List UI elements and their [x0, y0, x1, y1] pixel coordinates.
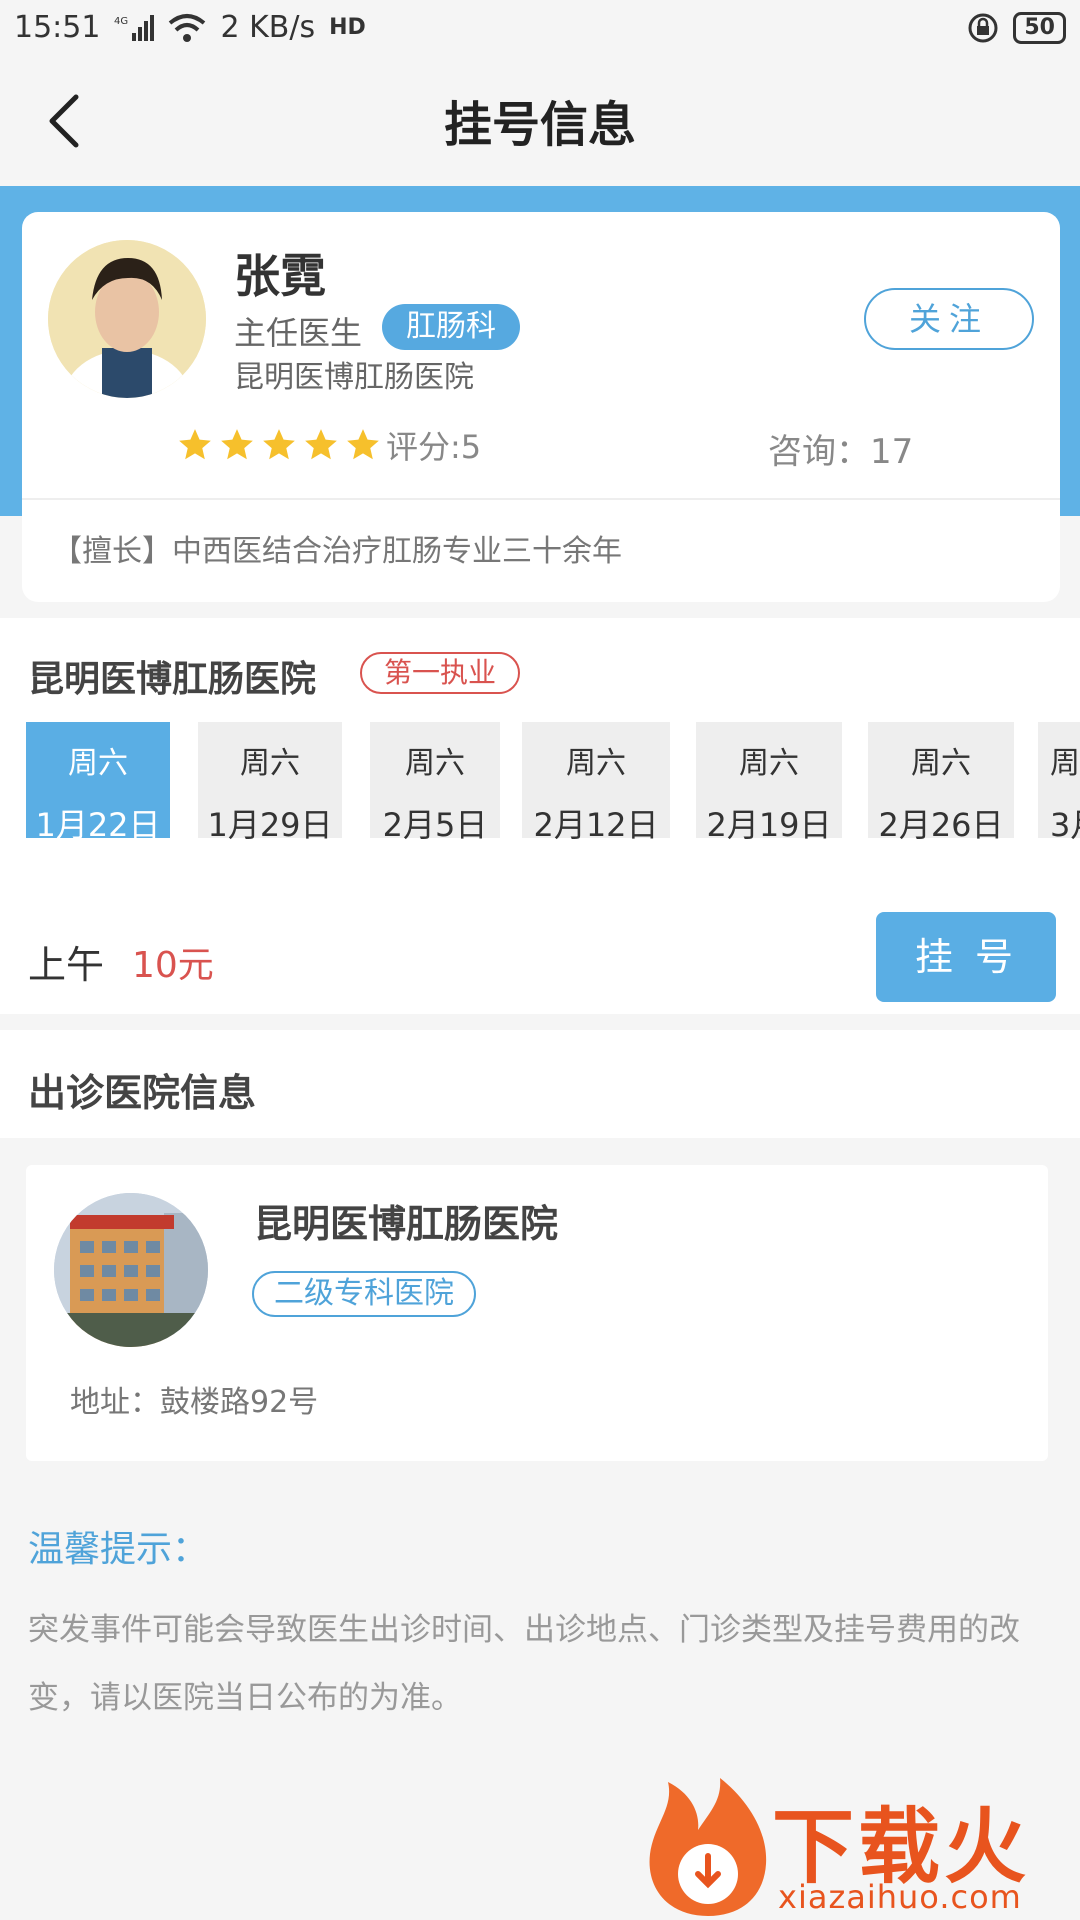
- practice-badge: 第一执业: [360, 652, 521, 694]
- hospital-info-title: 出诊医院信息: [28, 1071, 257, 1115]
- signal-icon: 4G: [114, 14, 155, 41]
- date-item[interactable]: 周六 2月12日: [522, 722, 670, 840]
- date-weekday: 周六: [68, 746, 128, 781]
- status-left: 15:51 4G 2 KB/s HD: [14, 10, 366, 45]
- doctor-name: 张霓: [234, 249, 326, 303]
- rating-row: 评分:5: [176, 422, 481, 468]
- hospital-image: [54, 1193, 208, 1347]
- divider: [22, 498, 1060, 500]
- date-weekday: 周六: [911, 746, 971, 781]
- svg-text:4G: 4G: [114, 16, 128, 27]
- network-speed: 2 KB/s: [220, 10, 316, 45]
- date-item[interactable]: 周六 1月22日: [26, 722, 170, 840]
- register-button[interactable]: 挂号: [876, 912, 1056, 1002]
- tips-body: 突发事件可能会导致医生出诊时间、出诊地点、门诊类型及挂号费用的改变，请以医院当日…: [28, 1612, 1020, 1716]
- date-weekday: 周六: [1050, 746, 1080, 781]
- star-icon: [305, 429, 337, 460]
- chevron-left-icon[interactable]: [40, 91, 90, 151]
- doctor-hospital: 昆明医博肛肠医院: [234, 360, 474, 395]
- score-text: 评分:5: [386, 428, 482, 466]
- status-time: 15:51: [14, 10, 101, 45]
- hd-icon: HD: [329, 15, 366, 40]
- hospital-card[interactable]: 昆明医博肛肠医院 二级专科医院 地址：鼓楼路92号: [26, 1165, 1048, 1461]
- schedule-section: 昆明医博肛肠医院 第一执业 周六 1月22日 周六 1月29日 周六 2月5日 …: [0, 618, 1080, 1014]
- date-weekday: 周六: [566, 746, 626, 781]
- date-selector[interactable]: 周六 1月22日 周六 1月29日 周六 2月5日 周六 2月12日 周六 2月…: [26, 722, 1080, 840]
- tips-title: 温馨提示：: [28, 1529, 209, 1570]
- date-item[interactable]: 周六 2月19日: [696, 722, 842, 840]
- date-item[interactable]: 周六 2月5日: [370, 722, 500, 840]
- hospital-level-badge: 二级专科医院: [252, 1271, 476, 1317]
- date-item[interactable]: 周六 2月26日: [868, 722, 1014, 840]
- watermark-subtext: xiazaihuo.com: [778, 1878, 1022, 1916]
- date-day: 2月5日: [382, 806, 488, 840]
- date-item[interactable]: 周六 1月29日: [198, 722, 342, 840]
- star-icon: [263, 429, 295, 460]
- star-icon: [221, 429, 253, 460]
- hospital-info-header: 出诊医院信息: [0, 1030, 1080, 1138]
- wifi-icon: [169, 13, 206, 42]
- page-title: 挂号信息: [443, 97, 636, 153]
- date-weekday: 周六: [405, 746, 465, 781]
- doctor-title: 主任医生: [234, 314, 363, 352]
- star-icon: [179, 429, 211, 460]
- date-day: 2月19日: [706, 806, 832, 840]
- doctor-specialty: 【擅长】中西医结合治疗肛肠专业三十余年: [52, 534, 622, 569]
- follow-button[interactable]: 关注: [864, 288, 1034, 350]
- date-day: 1月29日: [207, 806, 333, 840]
- registration-fee: 10元: [132, 945, 214, 986]
- date-day: 2月26日: [878, 806, 1004, 840]
- hospital-address: 地址：鼓楼路92号: [70, 1385, 319, 1420]
- star-icon: [347, 429, 379, 460]
- flame-icon: [649, 1778, 767, 1916]
- hospital-name: 昆明医博肛肠医院: [254, 1202, 559, 1246]
- department-badge: 肛肠科: [382, 304, 520, 350]
- doctor-avatar: [48, 240, 206, 398]
- battery-icon: 50: [1013, 11, 1066, 44]
- date-item[interactable]: 周六 3月: [1038, 722, 1080, 840]
- rotation-lock-icon: [968, 13, 998, 42]
- date-day: 3月: [1050, 806, 1080, 840]
- status-right: 50: [967, 11, 1066, 44]
- date-day: 1月22日: [35, 806, 161, 840]
- watermark-logo: 下载火 xiazaihuo.com: [638, 1778, 1080, 1920]
- period-label: 上午: [28, 943, 105, 987]
- schedule-hospital-name: 昆明医博肛肠医院: [28, 659, 317, 700]
- date-weekday: 周六: [739, 746, 799, 781]
- status-bar: 15:51 4G 2 KB/s HD 50: [0, 0, 1080, 55]
- doctor-card: 张霓 主任医生 肛肠科 昆明医博肛肠医院 关注 评分:5 咨询：17 【擅长】中…: [22, 212, 1060, 602]
- date-day: 2月12日: [533, 806, 659, 840]
- consult-count: 咨询：17: [768, 432, 914, 472]
- date-weekday: 周六: [240, 746, 300, 781]
- title-bar: 挂号信息: [0, 55, 1080, 185]
